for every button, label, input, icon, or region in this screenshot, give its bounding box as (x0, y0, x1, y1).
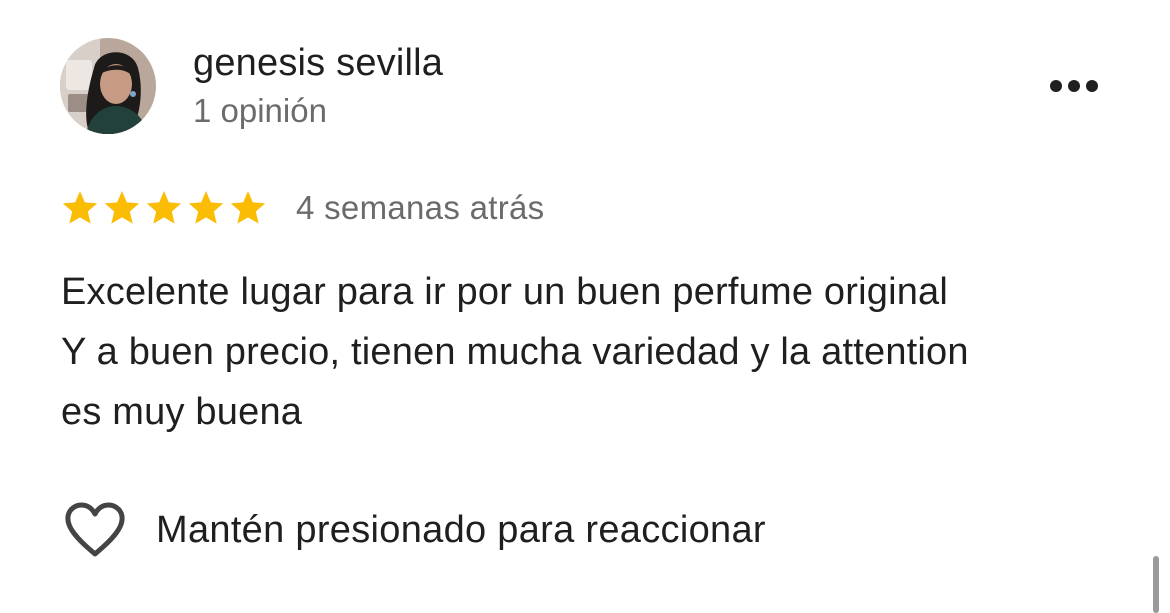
rating-row: 4 semanas atrás (60, 186, 544, 230)
profile-photo (60, 38, 156, 134)
review-text: Excelente lugar para ir por un buen perf… (61, 262, 1121, 442)
star-icon (104, 191, 140, 224)
star-icon (188, 191, 224, 224)
heart-outline-icon (65, 502, 125, 557)
review-time: 4 semanas atrás (296, 189, 545, 226)
star-icon (62, 191, 98, 224)
more-horizontal-icon (1050, 80, 1062, 92)
review-text-line: Excelente lugar para ir por un buen perf… (61, 271, 949, 313)
avatar[interactable] (60, 38, 156, 134)
more-horizontal-icon-dot (1086, 80, 1098, 92)
react-button[interactable]: Mantén presionado para reaccionar (64, 498, 766, 562)
review-text-line: es muy buena (61, 391, 303, 433)
star-icon (146, 191, 182, 224)
star-icon (230, 191, 266, 224)
star-rating (60, 188, 268, 228)
scrollbar[interactable] (1153, 556, 1159, 613)
author-name[interactable]: genesis sevilla (193, 42, 443, 85)
react-label: Mantén presionado para reaccionar (156, 508, 766, 551)
review-text-line: Y a buen precio, tienen mucha variedad y… (61, 331, 969, 373)
more-horizontal-icon-dot (1068, 80, 1080, 92)
author-review-count: 1 opinión (193, 92, 327, 129)
review-card: genesis sevilla 1 opinión 4 semanas atrá… (0, 0, 1170, 613)
more-options-button[interactable] (1040, 66, 1108, 106)
